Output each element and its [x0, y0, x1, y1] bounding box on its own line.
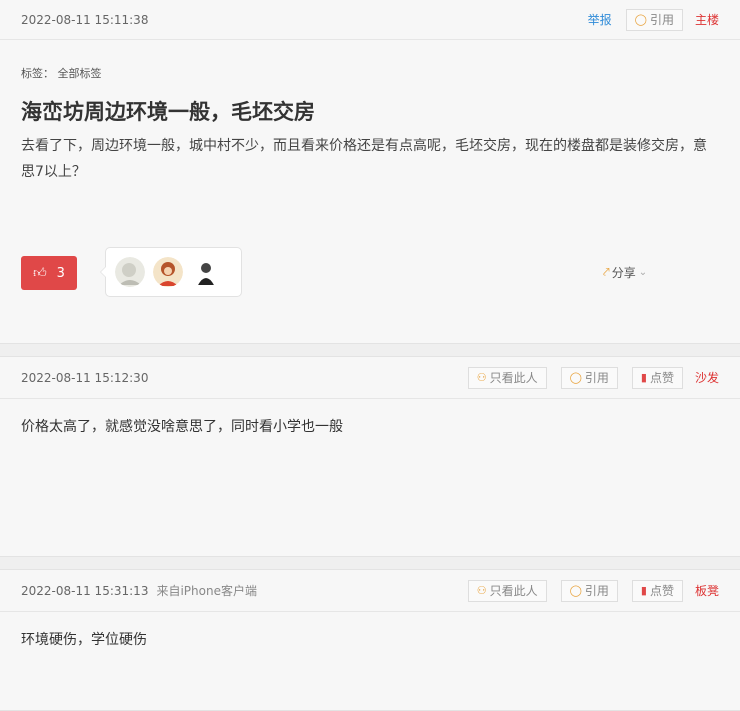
share-icon: ⤤	[603, 265, 610, 279]
quote-icon: ◯	[569, 584, 582, 597]
quote-label: 引用	[584, 584, 609, 598]
like-label: 点赞	[649, 584, 674, 598]
reply-body: 环境硬伤，学位硬伤	[21, 632, 147, 648]
floor-label: 板凳	[694, 584, 719, 598]
quote-button[interactable]: ◯ 引用	[560, 579, 618, 602]
reply-post: 2022-08-11 15:31:13 来自iPhone客户端 ⚇ 只看此人 ◯…	[0, 569, 740, 711]
liker-avatars	[100, 247, 242, 297]
post-header: 2022-08-11 15:31:13 来自iPhone客户端 ⚇ 只看此人 ◯…	[0, 570, 740, 612]
post-body: 去看了下，周边环境一般，城中村不少，而且看来价格还是有点高呢，毛坯交房，现在的楼…	[21, 138, 707, 180]
share-label: 分享	[611, 266, 636, 280]
floor-label: 主楼	[694, 13, 719, 27]
reply-body: 价格太高了，就感觉没啥意思了，同时看小学也一般	[21, 419, 343, 435]
only-this-user-label: 只看此人	[489, 584, 538, 598]
quote-button[interactable]: ◯ 引用	[625, 8, 683, 31]
quote-label: 引用	[649, 13, 674, 27]
post-time: 2022-08-11 15:12:30	[21, 370, 149, 385]
like-count: 3	[56, 265, 65, 281]
thumbs-up-icon: 👍︎	[33, 265, 47, 281]
post-source: 来自iPhone客户端	[156, 584, 257, 598]
like-button[interactable]: ▮ 点赞	[631, 579, 683, 602]
only-this-user-label: 只看此人	[489, 371, 538, 385]
quote-icon: ◯	[569, 371, 582, 384]
only-this-user-button[interactable]: ⚇ 只看此人	[467, 579, 547, 602]
like-label: 点赞	[649, 371, 674, 385]
report-link[interactable]: 举报	[588, 11, 612, 28]
main-post: 2022-08-11 15:11:38 举报 ◯ 引用 主楼 标签： 全部标签 …	[0, 0, 740, 344]
reply-post: 2022-08-11 15:12:30 ⚇ 只看此人 ◯ 引用 ▮ 点赞 沙发 …	[0, 356, 740, 557]
floor-label: 沙发	[694, 371, 719, 385]
post-header: 2022-08-11 15:12:30 ⚇ 只看此人 ◯ 引用 ▮ 点赞 沙发	[0, 357, 740, 399]
post-title: 海峦坊周边环境一般，毛坯交房	[21, 99, 315, 124]
chevron-down-icon: ⌄	[638, 267, 648, 278]
post-time: 2022-08-11 15:11:38	[21, 12, 149, 27]
tags-line: 标签： 全部标签	[21, 67, 102, 80]
thumbs-up-icon: ▮	[640, 371, 647, 384]
post-time: 2022-08-11 15:31:13	[21, 583, 149, 598]
like-button[interactable]: ▮ 点赞	[631, 366, 683, 389]
avatar[interactable]	[191, 257, 221, 287]
quote-icon: ◯	[634, 13, 647, 26]
post-header: 2022-08-11 15:11:38 举报 ◯ 引用 主楼	[0, 0, 740, 40]
thumbs-up-icon: ▮	[640, 584, 647, 597]
quote-button[interactable]: ◯ 引用	[560, 366, 618, 389]
user-icon: ⚇	[476, 371, 487, 384]
avatar[interactable]	[153, 257, 183, 287]
user-icon: ⚇	[476, 584, 487, 597]
avatar[interactable]	[115, 257, 145, 287]
quote-label: 引用	[584, 371, 609, 385]
share-button[interactable]: ⤤ 分享 ⌄	[603, 264, 647, 281]
only-this-user-button[interactable]: ⚇ 只看此人	[467, 366, 547, 389]
like-button[interactable]: 👍︎ 3	[21, 256, 77, 290]
